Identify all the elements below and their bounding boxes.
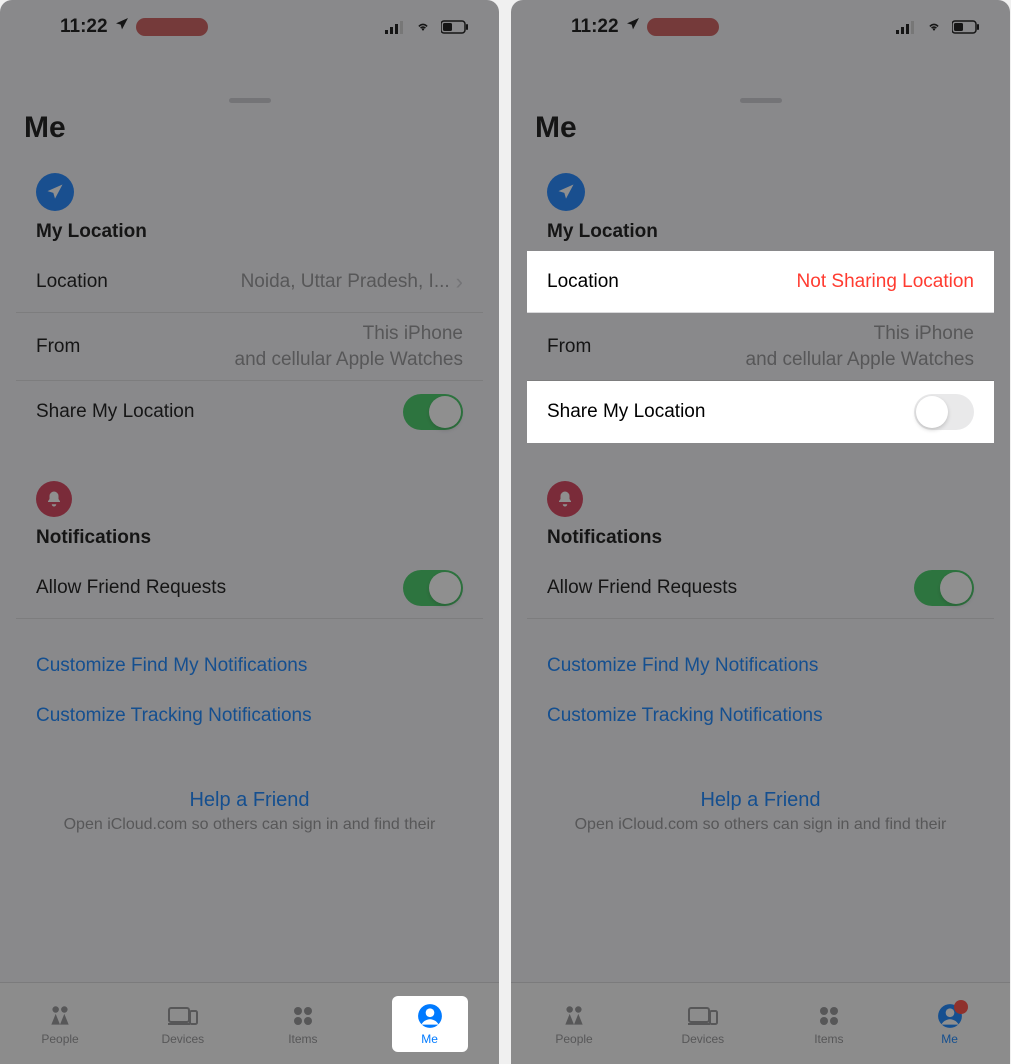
allow-friend-requests-toggle[interactable] [403,570,463,606]
bell-circle-icon [547,481,583,517]
share-my-location-label: Share My Location [36,401,194,423]
status-bar: 11:22 [0,0,499,54]
location-label: Location [36,271,108,293]
wifi-icon [924,16,944,38]
my-location-title: My Location [527,215,994,251]
location-value: Not Sharing Location [797,271,974,293]
from-row: From This iPhone and cellular Apple Watc… [527,313,994,381]
help-a-friend-block[interactable]: Help a Friend Open iCloud.com so others … [527,789,994,834]
tab-devices[interactable]: Devices [151,996,214,1052]
tab-devices-label: Devices [161,1032,204,1046]
phone-left: 11:22 Me [0,0,499,1064]
help-a-friend-block[interactable]: Help a Friend Open iCloud.com so others … [16,789,483,834]
status-time: 11:22 [571,16,619,38]
tab-people-label: People [555,1032,592,1046]
notifications-card: Notifications Allow Friend Requests Cust… [16,469,483,741]
bell-circle-icon [36,481,72,517]
tab-people[interactable]: People [31,996,88,1052]
redacted-area [647,18,719,36]
location-value: Noida, Uttar Pradesh, I... [241,271,450,293]
share-my-location-toggle[interactable] [914,394,974,430]
allow-friend-requests-label: Allow Friend Requests [547,577,737,599]
battery-icon [952,16,980,38]
chevron-right-icon: › [456,269,463,295]
location-circle-icon [547,173,585,211]
me-icon [414,1002,446,1030]
tab-items[interactable]: Items [803,996,855,1052]
devices-icon [687,1002,719,1030]
tab-devices[interactable]: Devices [671,996,734,1052]
people-icon [558,1002,590,1030]
from-label: From [547,336,591,358]
tab-me-label: Me [421,1032,438,1046]
from-value-1: This iPhone [746,321,974,347]
location-label: Location [547,271,619,293]
notifications-title: Notifications [527,521,994,557]
me-sheet: Me My Location Location Noida, Uttar Pra… [0,88,499,1064]
tab-people-label: People [41,1032,78,1046]
devices-icon [167,1002,199,1030]
help-a-friend-title: Help a Friend [16,789,483,812]
tab-bar: People Devices Items Me [0,982,499,1064]
share-my-location-toggle[interactable] [403,394,463,430]
tab-items-label: Items [814,1032,843,1046]
help-a-friend-sub: Open iCloud.com so others can sign in an… [527,816,994,834]
customize-tracking-notifications-link[interactable]: Customize Tracking Notifications [16,691,483,741]
phone-right: 11:22 Me [511,0,1010,1064]
share-my-location-row: Share My Location [527,381,994,443]
items-icon [813,1002,845,1030]
tab-me[interactable]: Me [392,996,468,1052]
location-row[interactable]: Location Noida, Uttar Pradesh, I... › [16,251,483,313]
tab-devices-label: Devices [681,1032,724,1046]
battery-icon [441,16,469,38]
allow-friend-requests-row: Allow Friend Requests [16,557,483,619]
customize-findmy-notifications-link[interactable]: Customize Find My Notifications [16,641,483,691]
me-sheet: Me My Location Location Not Sharing Loca… [511,88,1010,1064]
page-title: Me [0,103,499,161]
allow-friend-requests-row: Allow Friend Requests [527,557,994,619]
help-a-friend-title: Help a Friend [527,789,994,812]
tab-people[interactable]: People [545,996,602,1052]
allow-friend-requests-toggle[interactable] [914,570,974,606]
location-row[interactable]: Location Not Sharing Location [527,251,994,313]
redacted-area [136,18,208,36]
tab-me[interactable]: Me [924,996,976,1052]
from-label: From [36,336,80,358]
customize-findmy-notifications-link[interactable]: Customize Find My Notifications [527,641,994,691]
page-title: Me [511,103,1010,161]
help-a-friend-sub: Open iCloud.com so others can sign in an… [16,816,483,834]
from-value-2: and cellular Apple Watches [235,347,463,373]
status-time: 11:22 [60,16,108,38]
my-location-card: My Location Location Not Sharing Locatio… [527,161,994,443]
notifications-card: Notifications Allow Friend Requests Cust… [527,469,994,741]
location-arrow-icon [114,16,130,38]
share-my-location-row: Share My Location [16,381,483,443]
from-value-2: and cellular Apple Watches [746,347,974,373]
notification-dot [954,1000,968,1014]
cellular-icon [385,16,405,38]
cellular-icon [896,16,916,38]
from-row: From This iPhone and cellular Apple Watc… [16,313,483,381]
location-arrow-icon [625,16,641,38]
wifi-icon [413,16,433,38]
tab-items[interactable]: Items [277,996,329,1052]
my-location-card: My Location Location Noida, Uttar Prades… [16,161,483,443]
customize-tracking-notifications-link[interactable]: Customize Tracking Notifications [527,691,994,741]
people-icon [44,1002,76,1030]
tab-bar: People Devices Items Me [511,982,1010,1064]
tab-me-label: Me [941,1032,958,1046]
my-location-title: My Location [16,215,483,251]
notifications-title: Notifications [16,521,483,557]
allow-friend-requests-label: Allow Friend Requests [36,577,226,599]
location-circle-icon [36,173,74,211]
items-icon [287,1002,319,1030]
share-my-location-label: Share My Location [547,401,705,423]
from-value-1: This iPhone [235,321,463,347]
status-bar: 11:22 [511,0,1010,54]
tab-items-label: Items [288,1032,317,1046]
